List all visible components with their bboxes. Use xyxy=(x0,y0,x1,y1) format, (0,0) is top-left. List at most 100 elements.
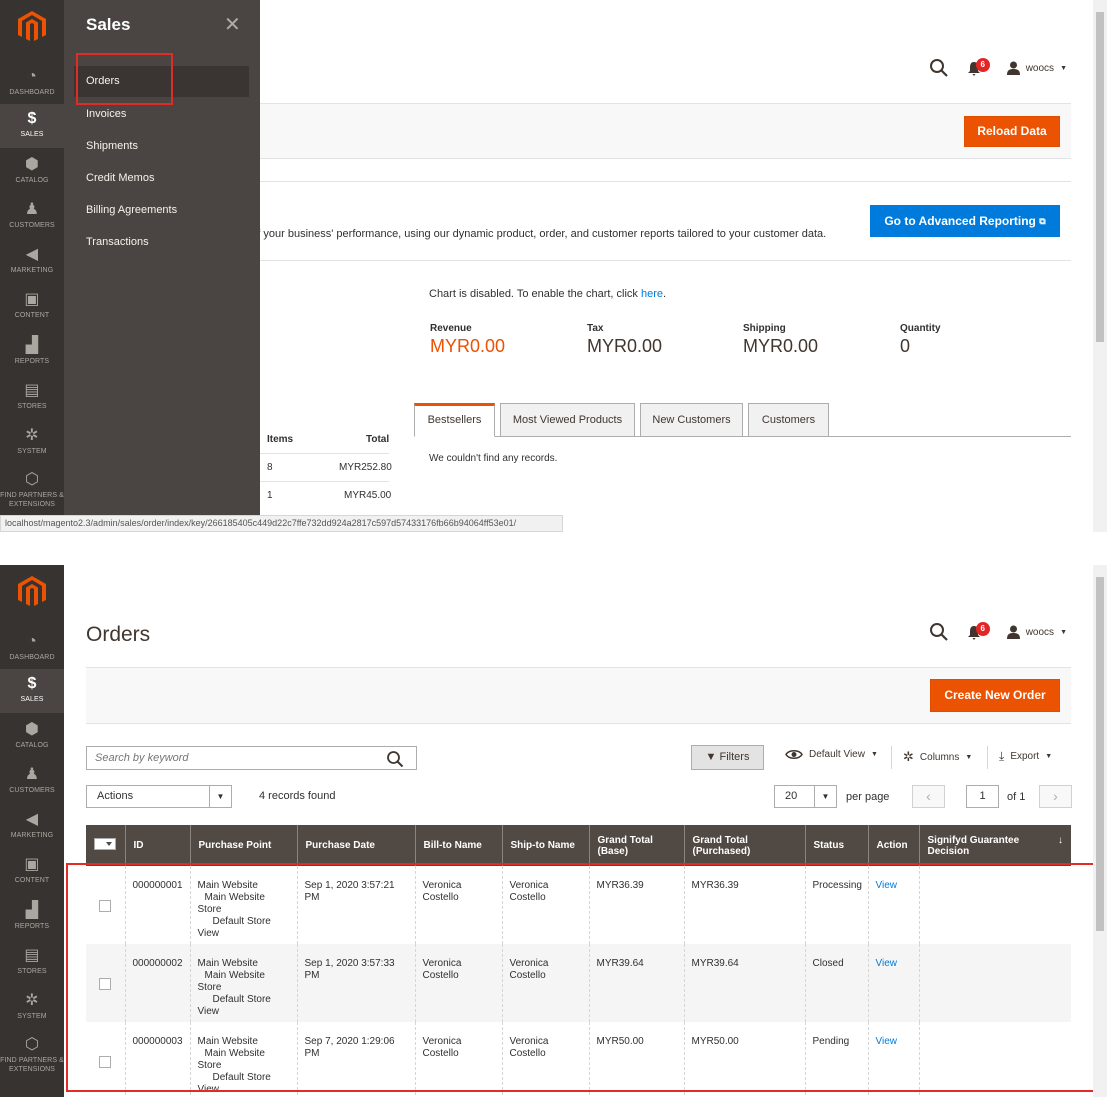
dashboard-icon: ◔ xyxy=(27,633,37,650)
column-header-id[interactable]: ID xyxy=(124,825,190,866)
store-icon: ▤ xyxy=(24,382,40,399)
enable-chart-link[interactable]: here xyxy=(641,288,663,300)
gear-icon: ✲ xyxy=(25,992,39,1009)
stat-quantity-value: 0 xyxy=(900,336,911,356)
per-page-label: per page xyxy=(846,791,890,803)
chart-disabled-end: . xyxy=(663,288,667,300)
advanced-reporting-button[interactable]: Go to Advanced Reporting ⧉ xyxy=(870,205,1060,237)
nav-catalog[interactable]: ⬢ CATALOG xyxy=(0,150,64,194)
nav-sales[interactable]: $ SALES xyxy=(0,669,64,713)
search-input[interactable] xyxy=(87,747,377,769)
columns-label: Columns xyxy=(919,751,960,763)
nav-content[interactable]: ▣ CONTENT xyxy=(0,285,64,329)
user-menu[interactable]: woocs ▼ xyxy=(1006,625,1067,639)
nav-catalog[interactable]: ⬢ CATALOG xyxy=(0,715,64,759)
nav-find-partners[interactable]: ⬡ FIND PARTNERS & EXTENSIONS xyxy=(0,465,64,509)
notifications-button[interactable]: 6 xyxy=(967,622,990,641)
dashboard-icon: ◔ xyxy=(27,68,37,85)
previous-page-button[interactable]: ‹ xyxy=(912,785,945,808)
flyout-title: Sales xyxy=(86,15,131,34)
nav-dashboard[interactable]: ◔ DASHBOARD xyxy=(0,62,64,106)
per-page-value: 20 xyxy=(785,790,798,802)
column-header-ship-to-name[interactable]: Ship-to Name xyxy=(501,825,589,866)
nav-stores[interactable]: ▤ STORES xyxy=(0,376,64,420)
page-total: of 1 xyxy=(1007,791,1026,803)
next-page-button[interactable]: › xyxy=(1039,785,1072,808)
notification-count-badge: 6 xyxy=(975,622,990,636)
column-header-action: Action xyxy=(867,825,919,866)
cube-icon: ⬢ xyxy=(24,721,40,738)
nav-system[interactable]: ✲ SYSTEM xyxy=(0,421,64,465)
cube-icon: ⬢ xyxy=(24,156,40,173)
notifications-button[interactable]: 6 xyxy=(967,58,990,77)
scrollbar[interactable] xyxy=(1093,565,1107,1097)
nav-sales[interactable]: $ SALES xyxy=(0,104,64,148)
mass-select-header[interactable] xyxy=(86,825,125,866)
last-orders-divider xyxy=(260,481,389,482)
download-icon: ⤓ xyxy=(999,749,1005,763)
magento-logo-icon[interactable] xyxy=(16,10,48,44)
chart-disabled-message: Chart is disabled. To enable the chart, … xyxy=(429,288,666,300)
mass-actions-select[interactable]: Actions ▼ xyxy=(86,785,232,808)
column-header-status[interactable]: Status xyxy=(804,825,868,866)
tab-customers[interactable]: Customers xyxy=(748,403,829,437)
flyout-item-credit-memos[interactable]: Credit Memos xyxy=(74,163,249,194)
flyout-item-shipments[interactable]: Shipments xyxy=(74,131,249,162)
column-header-signifyd[interactable]: ↓ Signifyd Guarantee Decision xyxy=(918,825,1071,866)
column-header-grand-total-base[interactable]: Grand Total (Base) xyxy=(588,825,684,866)
stat-shipping-label: Shipping xyxy=(743,323,786,334)
column-header-bill-to-name[interactable]: Bill-to Name xyxy=(414,825,502,866)
nav-customers[interactable]: ♟ CUSTOMERS xyxy=(0,195,64,239)
nav-reports[interactable]: ▟ REPORTS xyxy=(0,896,64,940)
nav-marketing[interactable]: ◀ MARKETING xyxy=(0,240,64,284)
megaphone-icon: ◀ xyxy=(25,811,39,828)
dollar-icon: $ xyxy=(27,110,37,127)
page-number-input[interactable]: 1 xyxy=(966,785,999,808)
column-header-purchase-point[interactable]: Purchase Point xyxy=(189,825,297,866)
export-label: Export xyxy=(1010,751,1040,762)
chevron-down-icon: ▼ xyxy=(965,753,973,761)
last-orders-total-header: Total xyxy=(366,434,390,445)
magento-logo-icon[interactable] xyxy=(16,575,48,609)
scrollbar-thumb[interactable] xyxy=(1096,12,1104,342)
export-dropdown[interactable]: ⤓ Export ▼ xyxy=(999,749,1052,764)
nav-reports[interactable]: ▟ REPORTS xyxy=(0,331,64,375)
filters-button[interactable]: ▼ Filters xyxy=(691,745,764,770)
flyout-item-billing-agreements[interactable]: Billing Agreements xyxy=(74,195,249,226)
default-view-dropdown[interactable]: Default View ▼ xyxy=(785,749,878,760)
page-title: Orders xyxy=(86,623,151,646)
box-icon: ⬡ xyxy=(24,471,40,488)
tab-bestsellers[interactable]: Bestsellers xyxy=(414,403,495,437)
close-icon[interactable]: ✕ xyxy=(224,12,241,37)
stat-tax-value: MYR0.00 xyxy=(587,336,663,356)
divider xyxy=(891,746,892,769)
scrollbar[interactable] xyxy=(1093,0,1107,532)
last-orders-row-1-items: 8 xyxy=(267,462,273,473)
search-icon[interactable] xyxy=(929,622,949,642)
tab-most-viewed-products[interactable]: Most Viewed Products xyxy=(500,403,635,437)
nav-marketing[interactable]: ◀ MARKETING xyxy=(0,805,64,849)
create-new-order-button[interactable]: Create New Order xyxy=(930,679,1060,712)
nav-content[interactable]: ▣ CONTENT xyxy=(0,850,64,894)
nav-dashboard[interactable]: ◔ DASHBOARD xyxy=(0,627,64,671)
mass-select-checkbox[interactable] xyxy=(94,838,116,850)
search-icon[interactable] xyxy=(386,750,404,768)
content-icon: ▣ xyxy=(24,291,40,308)
tab-new-customers[interactable]: New Customers xyxy=(640,403,743,437)
reload-data-button[interactable]: Reload Data xyxy=(964,116,1060,147)
nav-system[interactable]: ✲ SYSTEM xyxy=(0,986,64,1030)
bar-chart-icon: ▟ xyxy=(25,337,39,354)
search-icon[interactable] xyxy=(929,58,949,78)
columns-dropdown[interactable]: ✲ Columns ▼ xyxy=(903,749,972,765)
nav-stores[interactable]: ▤ STORES xyxy=(0,941,64,985)
per-page-select[interactable]: 20 ▼ xyxy=(774,785,837,808)
last-orders-divider xyxy=(260,453,389,454)
scrollbar-thumb[interactable] xyxy=(1096,577,1104,931)
user-menu[interactable]: woocs ▼ xyxy=(1006,61,1067,75)
nav-find-partners[interactable]: ⬡ FIND PARTNERS & EXTENSIONS xyxy=(0,1030,64,1074)
nav-customers[interactable]: ♟ CUSTOMERS xyxy=(0,760,64,804)
column-header-purchase-date[interactable]: Purchase Date xyxy=(296,825,415,866)
chevron-down-icon: ▼ xyxy=(209,786,231,807)
flyout-item-transactions[interactable]: Transactions xyxy=(74,227,249,258)
column-header-grand-total-purchased[interactable]: Grand Total (Purchased) xyxy=(683,825,805,866)
